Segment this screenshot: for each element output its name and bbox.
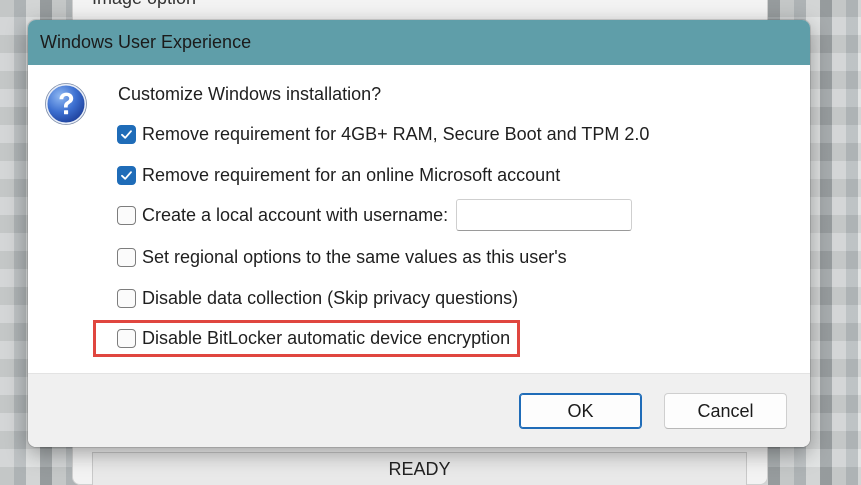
checkbox-disable-bitlocker[interactable] [117, 329, 136, 348]
ready-status-text: READY [388, 458, 451, 479]
option-label: Remove requirement for an online Microso… [142, 165, 561, 185]
parent-option-label: Image option [92, 0, 196, 9]
option-disable-data-collection[interactable]: Disable data collection (Skip privacy qu… [117, 288, 518, 309]
checkbox-disable-data-collection[interactable] [117, 289, 136, 308]
option-remove-online-account[interactable]: Remove requirement for an online Microso… [117, 165, 560, 186]
option-label: Remove requirement for 4GB+ RAM, Secure … [142, 124, 650, 144]
dialog-footer: OK Cancel [28, 373, 810, 447]
username-input[interactable] [456, 199, 633, 231]
option-label: Disable data collection (Skip privacy qu… [142, 288, 519, 308]
checkbox-remove-tpm[interactable] [117, 125, 136, 144]
option-label: Set regional options to the same values … [142, 247, 567, 267]
question-mark-icon [45, 83, 87, 125]
checkmark-icon [121, 130, 132, 139]
option-local-account[interactable]: Create a local account with username: [117, 199, 633, 231]
dialog-window: Windows User Experience Customize Window… [28, 20, 810, 447]
dialog-content: Customize Windows installation? Remove r… [28, 65, 810, 418]
option-disable-bitlocker[interactable]: Disable BitLocker automatic device encry… [117, 328, 510, 349]
checkbox-remove-online-account[interactable] [117, 166, 136, 185]
option-label: Create a local account with username: [142, 204, 449, 225]
option-regional-settings[interactable]: Set regional options to the same values … [117, 247, 567, 268]
option-label: Disable BitLocker automatic device encry… [142, 328, 511, 348]
checkbox-regional-settings[interactable] [117, 248, 136, 267]
ok-button[interactable]: OK [519, 393, 642, 429]
cancel-button[interactable]: Cancel [664, 393, 787, 429]
checkbox-local-account[interactable] [117, 205, 136, 225]
checkmark-icon [121, 171, 132, 180]
dialog-titlebar[interactable]: Windows User Experience [28, 20, 810, 65]
dialog-question: Customize Windows installation? [118, 84, 382, 104]
option-remove-tpm[interactable]: Remove requirement for 4GB+ RAM, Secure … [117, 124, 649, 145]
ready-status-bar: READY [92, 452, 747, 485]
dialog-title: Windows User Experience [40, 32, 252, 52]
